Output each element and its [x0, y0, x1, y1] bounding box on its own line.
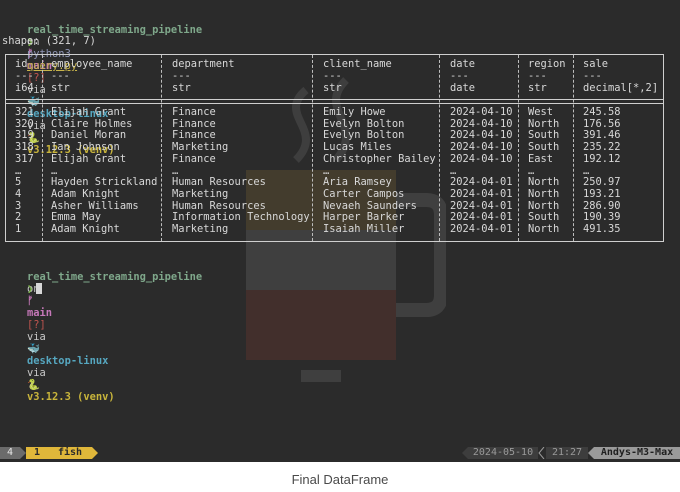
table-cell-id: 317: [15, 152, 34, 165]
prompt-via-text-2: via: [27, 367, 46, 379]
column-dtype-client-name: str: [323, 82, 342, 94]
prompt-via-text: via: [27, 331, 46, 343]
shell-prompt: real_time_streaming_pipeline on ᚠ main […: [2, 12, 202, 156]
date-time-separator-icon: [538, 447, 545, 459]
status-time: 21:27: [546, 447, 588, 459]
status-hostname: Andys-M3-Max: [594, 447, 680, 459]
window-index[interactable]: 1: [26, 447, 48, 459]
table-cell-date: 2024-04-01: [450, 223, 513, 235]
status-date: 2024-05-10: [468, 447, 538, 459]
column-dtype-id: i64: [15, 82, 34, 94]
table-cell-sale: 491.35: [583, 223, 621, 235]
git-status: [?]: [27, 319, 46, 331]
docker-context: desktop-linux: [27, 355, 109, 367]
shell-prompt-2: real_time_streaming_pipeline on ᚠ main […: [2, 259, 202, 403]
terminal-window[interactable]: real_time_streaming_pipeline on ᚠ main […: [0, 0, 680, 462]
column-dtype-sale: decimal[*,2]: [583, 82, 659, 94]
table-cell-id: 1: [15, 223, 22, 235]
table-cell-date: 2024-04-10: [450, 152, 513, 165]
table-cell-region: North: [528, 223, 560, 235]
git-branch-icon: ᚠ: [27, 295, 34, 307]
table-cell-sale: 192.12: [583, 152, 621, 165]
prompt-symbol-icon: ❯: [27, 283, 34, 295]
active-command-line[interactable]: ❯: [2, 271, 43, 295]
segment-arrow-icon: [92, 447, 98, 459]
table-cell-client-name: Isaiah Miller: [323, 223, 405, 235]
window-name[interactable]: fish: [48, 447, 92, 459]
dataframe-shape: shape: (321, 7): [2, 35, 96, 47]
tmux-status-bar: 4 1 fish 2024-05-10 21:27 Andys-M3-Max: [0, 447, 680, 459]
dataframe-table: id employee_name department client_name date…: [5, 54, 664, 242]
git-branch: main: [27, 307, 53, 319]
table-cell-department: Marketing: [172, 223, 229, 235]
table-cell-employee-name: Adam Knight: [51, 223, 120, 235]
figure-caption: Final DataFrame: [291, 472, 389, 487]
column-dtype-employee-name: str: [51, 82, 70, 94]
table-cell-client-name: Christopher Bailey: [323, 152, 436, 165]
column-dtype-region: str: [528, 82, 547, 94]
column-dtype-date: date: [450, 82, 476, 94]
text-cursor: [36, 283, 43, 294]
python-version: v3.12.3 (venv): [27, 391, 115, 403]
table-cell-department: Finance: [172, 152, 216, 165]
table-cell-region: East: [528, 152, 554, 165]
table-cell-employee-name: Elijah Grant: [51, 152, 127, 165]
python-icon: 🐍: [27, 379, 40, 391]
column-dtype-department: str: [172, 82, 191, 94]
pane-number: 4: [0, 447, 20, 459]
docker-icon: 🐳: [27, 343, 40, 355]
project-name: real_time_streaming_pipeline: [27, 271, 203, 283]
